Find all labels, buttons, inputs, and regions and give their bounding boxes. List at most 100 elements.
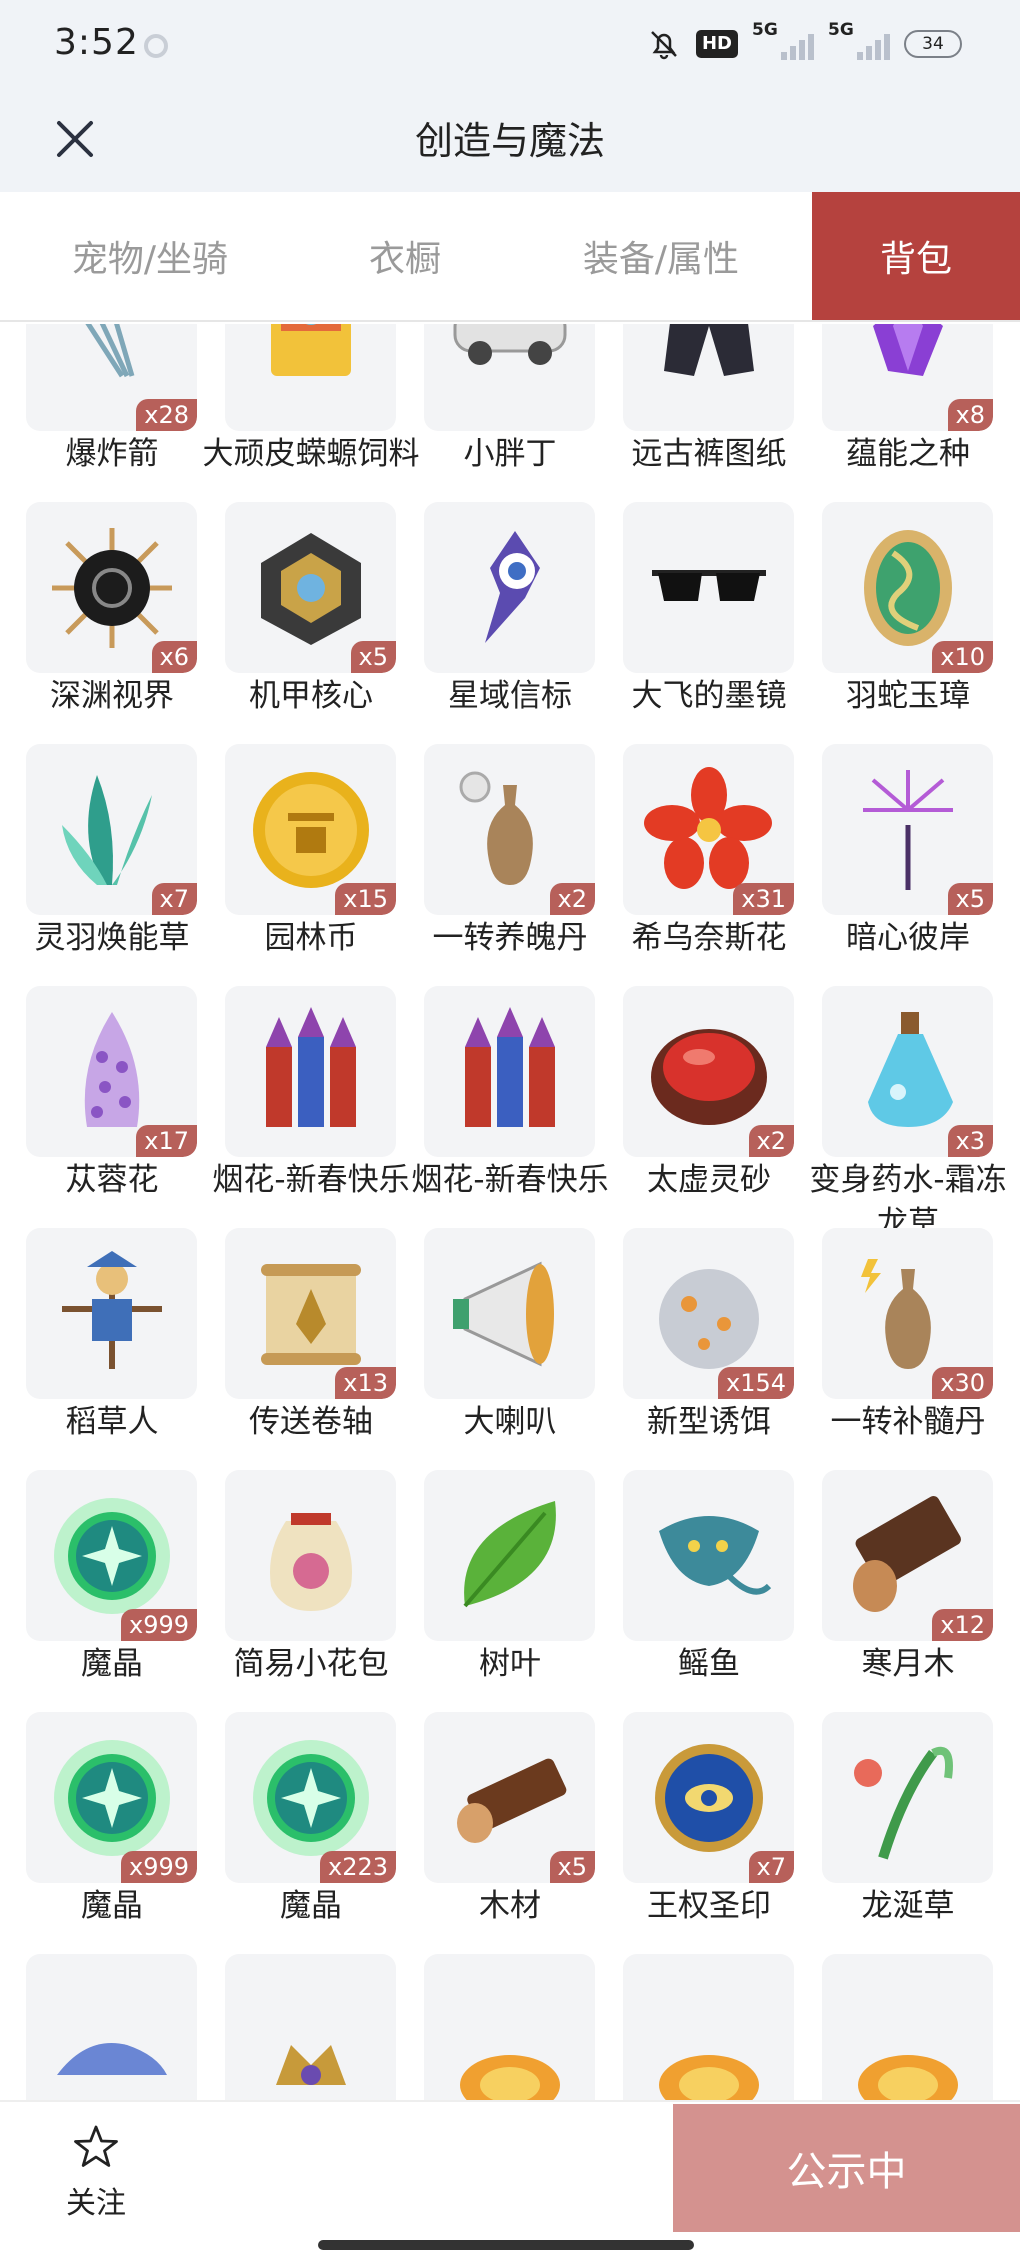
- inventory-item[interactable]: x154 新型诱饵: [623, 1228, 794, 1470]
- inventory-item[interactable]: x5 机甲核心: [225, 502, 396, 744]
- inventory-item[interactable]: 稻草人: [26, 1228, 197, 1470]
- inventory-item[interactable]: 小胖丁: [424, 324, 595, 502]
- inventory-item[interactable]: x2 太虚灵砂: [623, 986, 794, 1228]
- inventory-item[interactable]: x28 爆炸箭: [26, 324, 197, 502]
- quantity-badge: x5: [350, 641, 396, 673]
- inventory-item[interactable]: 龙涎草: [822, 1712, 993, 1954]
- red-sand-bowl-icon: [650, 1028, 767, 1125]
- inventory-item[interactable]: [424, 1954, 595, 2100]
- quantity-badge: x6: [151, 641, 197, 673]
- inventory-item[interactable]: 鳐鱼: [623, 1470, 794, 1712]
- item-thumbnail: x8: [822, 324, 993, 431]
- item-name: 蕴能之种: [846, 436, 970, 472]
- inventory-item[interactable]: x223 魔晶: [225, 1712, 396, 1954]
- item-name: 星域信标: [448, 678, 572, 714]
- inventory-item[interactable]: x15 园林币: [225, 744, 396, 986]
- inventory-item[interactable]: [225, 1954, 396, 2100]
- bait-ball-icon: [658, 1268, 759, 1369]
- quantity-badge: x999: [120, 1609, 197, 1641]
- inventory-item[interactable]: 大顽皮蝾螈饲料: [203, 324, 420, 502]
- tab-equipment[interactable]: 装备/属性: [510, 192, 812, 320]
- item-name: 木材: [479, 1888, 541, 1924]
- inventory-item[interactable]: x13 传送卷轴: [225, 1228, 396, 1470]
- item-thumbnail: x5: [424, 1712, 595, 1883]
- item-thumbnail: [623, 324, 794, 431]
- arrows-icon: [85, 324, 134, 377]
- inventory-item[interactable]: 烟花-新春快乐: [212, 986, 410, 1228]
- public-notice-button[interactable]: 公示中: [673, 2104, 1020, 2232]
- inventory-item[interactable]: x7 灵羽焕能草: [26, 744, 197, 986]
- fire-orb-icon: [658, 2054, 759, 2100]
- inventory-item[interactable]: x7 王权圣印: [623, 1712, 794, 1954]
- quantity-badge: x10: [932, 641, 993, 673]
- quantity-badge: x2: [549, 883, 595, 915]
- quantity-badge: x7: [748, 1851, 794, 1883]
- inventory-item[interactable]: x6 深渊视界: [26, 502, 197, 744]
- green-crystal-icon: [53, 1497, 170, 1614]
- inventory-item[interactable]: x5 木材: [424, 1712, 595, 1954]
- item-thumbnail: [424, 1470, 595, 1641]
- tab-wardrobe[interactable]: 衣橱: [300, 192, 510, 320]
- item-name: 龙涎草: [861, 1888, 955, 1924]
- inventory-item[interactable]: 远古裤图纸: [623, 324, 794, 502]
- inventory-item[interactable]: x3 变身药水-霜冻龙草: [809, 986, 1007, 1241]
- potion-bottle-icon: [867, 1011, 953, 1127]
- item-thumbnail: x2: [424, 744, 595, 915]
- item-thumbnail: x5: [225, 502, 396, 673]
- tab-backpack[interactable]: 背包: [812, 192, 1020, 320]
- inventory-item[interactable]: x5 暗心彼岸: [822, 744, 993, 986]
- item-name: 灵羽焕能草: [34, 920, 190, 956]
- inventory-item[interactable]: x17 苁蓉花: [26, 986, 197, 1228]
- item-thumbnail: x17: [26, 986, 197, 1157]
- item-name: 传送卷轴: [249, 1404, 373, 1440]
- item-name: 大飞的墨镜: [631, 678, 787, 714]
- inventory-item[interactable]: [822, 1954, 993, 2100]
- inventory-item[interactable]: 大飞的墨镜: [623, 502, 794, 744]
- inventory-item[interactable]: 烟花-新春快乐: [411, 986, 609, 1228]
- inventory-item[interactable]: x999 魔晶: [26, 1712, 197, 1954]
- follow-button[interactable]: 关注: [52, 2122, 140, 2222]
- item-thumbnail: x223: [225, 1712, 396, 1883]
- inventory-item[interactable]: [26, 1954, 197, 2100]
- green-crystal-icon: [252, 1739, 369, 1856]
- item-name: 稻草人: [65, 1404, 159, 1440]
- inventory-item[interactable]: x2 一转养魄丹: [424, 744, 595, 986]
- item-name: 希乌奈斯花: [631, 920, 787, 956]
- item-thumbnail: [225, 324, 396, 431]
- status-icons: HD 5G 5G 34: [646, 20, 962, 64]
- item-thumbnail: x999: [26, 1470, 197, 1641]
- nav-bar: 创造与魔法: [0, 90, 1020, 192]
- item-name: 大喇叭: [463, 1404, 557, 1440]
- hd-badge: HD: [695, 30, 738, 58]
- item-thumbnail: [623, 1470, 794, 1641]
- scroll-icon: [260, 1263, 361, 1365]
- inventory-item[interactable]: 星域信标: [424, 502, 595, 744]
- follow-label: 关注: [66, 2186, 126, 2221]
- car-icon: [453, 324, 566, 365]
- inventory-item[interactable]: x30 一转补髓丹: [822, 1228, 993, 1470]
- blue-creature-icon: [56, 2042, 167, 2075]
- bell-muted-icon: [651, 31, 677, 60]
- inventory-grid: x28 爆炸箭 大顽皮蝾螈饲料 小胖丁 远古裤图纸 x8 蕴能之种 x6 深渊视界 x5 机甲核心 星…: [0, 324, 1020, 2100]
- quantity-badge: x8: [947, 399, 993, 431]
- flower-bag-icon: [269, 1512, 352, 1611]
- fire-orb-icon: [459, 2054, 560, 2100]
- vase-lightning-icon: [860, 1258, 931, 1369]
- inventory-item[interactable]: [623, 1954, 794, 2100]
- inventory-item[interactable]: x8 蕴能之种: [822, 324, 993, 502]
- item-thumbnail: x154: [623, 1228, 794, 1399]
- item-thumbnail: [424, 1228, 595, 1399]
- item-name: 苁蓉花: [65, 1162, 159, 1198]
- inventory-item[interactable]: 树叶: [424, 1470, 595, 1712]
- inventory-item[interactable]: x31 希乌奈斯花: [623, 744, 794, 986]
- item-thumbnail: x3: [822, 986, 993, 1157]
- item-name: 园林币: [264, 920, 358, 956]
- tab-pets-mounts[interactable]: 宠物/坐骑: [0, 192, 300, 320]
- inventory-item[interactable]: x999 魔晶: [26, 1470, 197, 1712]
- item-thumbnail: [424, 324, 595, 431]
- inventory-item[interactable]: x10 羽蛇玉璋: [822, 502, 993, 744]
- inventory-item[interactable]: 大喇叭: [424, 1228, 595, 1470]
- item-name: 暗心彼岸: [846, 920, 970, 956]
- inventory-item[interactable]: x12 寒月木: [822, 1470, 993, 1712]
- inventory-item[interactable]: 简易小花包: [225, 1470, 396, 1712]
